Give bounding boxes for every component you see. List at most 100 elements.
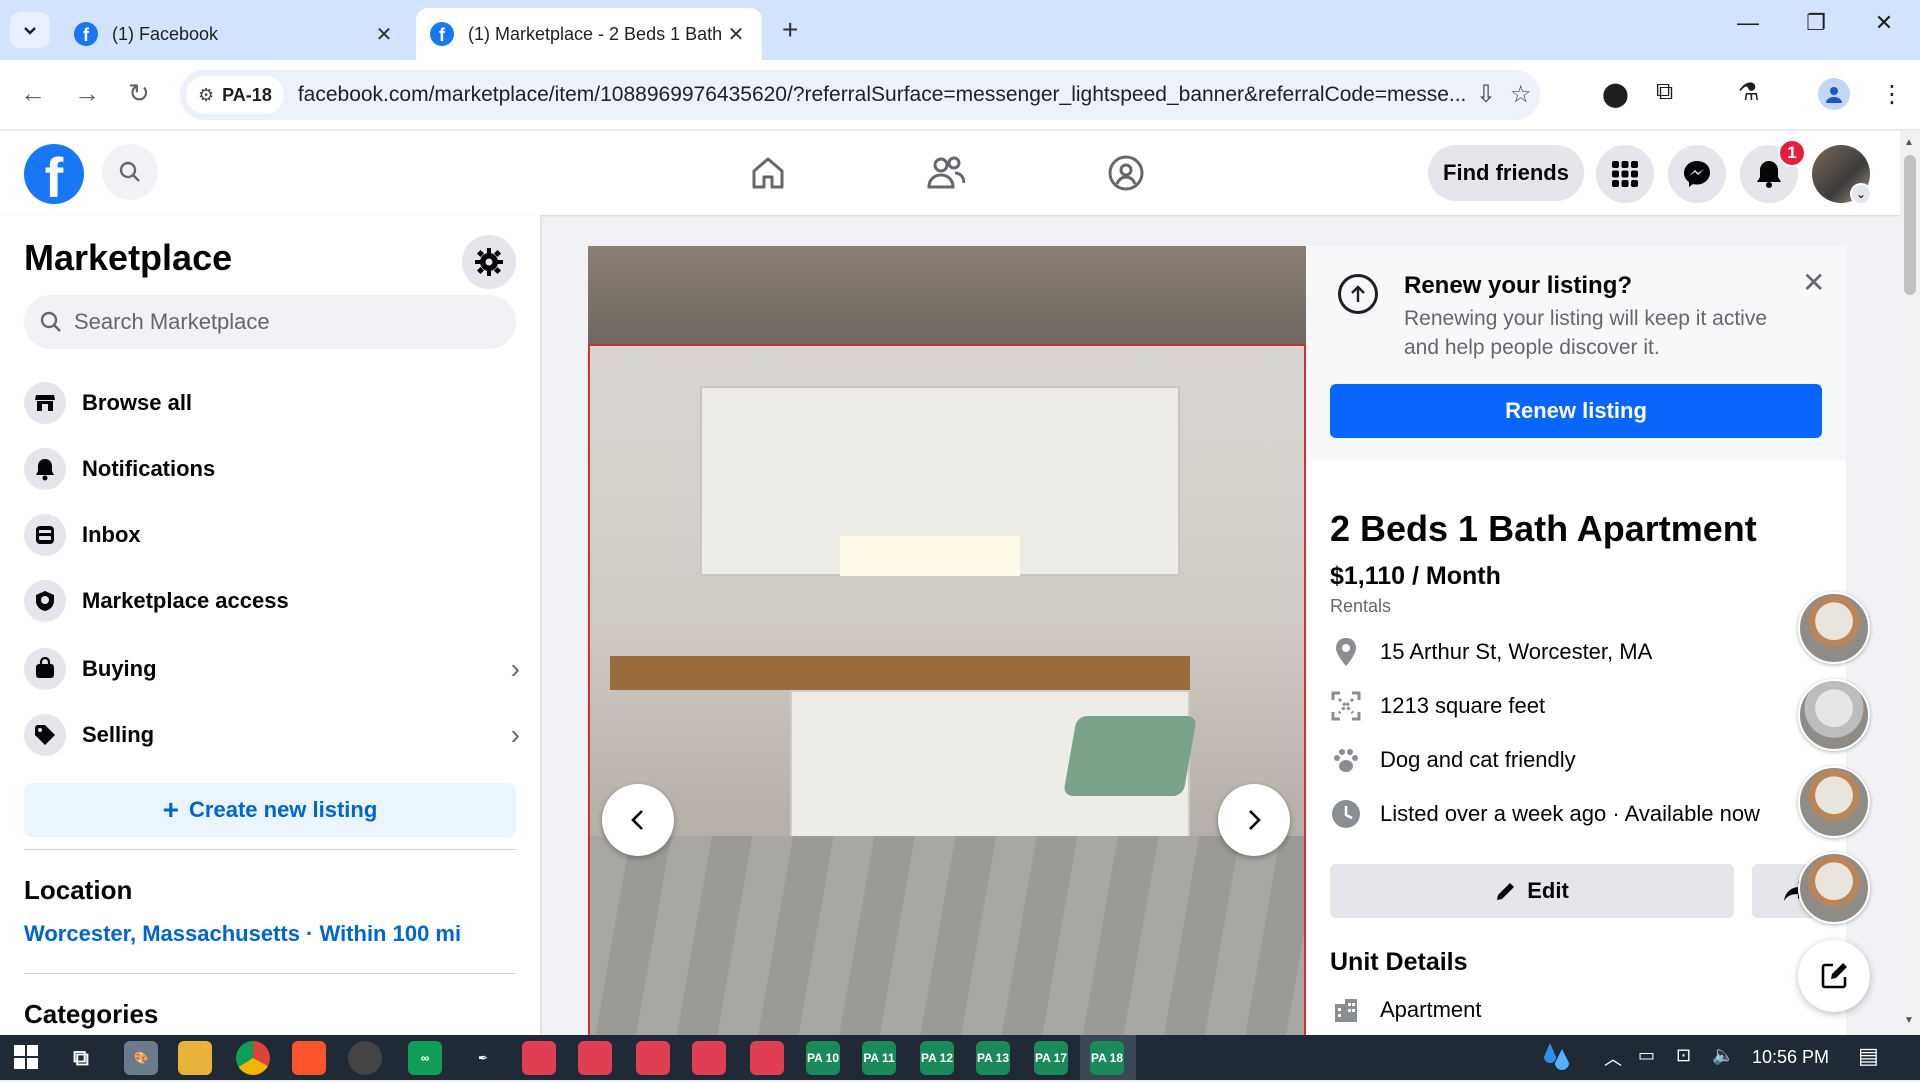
facebook-favicon-icon: f bbox=[74, 22, 98, 46]
sidebar-item-notifications[interactable]: Notifications bbox=[24, 441, 524, 497]
chat-thumbnail[interactable] bbox=[1798, 679, 1870, 751]
site-info-chip[interactable]: ⚙ PA-18 bbox=[186, 76, 284, 114]
task-view-icon[interactable]: ⧉ bbox=[64, 1041, 98, 1075]
close-window-icon[interactable]: ✕ bbox=[1864, 10, 1904, 36]
back-icon[interactable]: ← bbox=[20, 78, 46, 109]
chevron-right-icon: › bbox=[510, 653, 520, 684]
sidebar-item-selling[interactable]: Selling › bbox=[24, 707, 524, 763]
chrome-icon[interactable] bbox=[236, 1041, 270, 1075]
groups-nav[interactable] bbox=[1096, 151, 1156, 195]
bookmark-star-icon[interactable]: ☆ bbox=[1510, 80, 1532, 109]
create-new-listing-button[interactable]: + Create new listing bbox=[24, 783, 516, 837]
brave-profile-icon[interactable] bbox=[578, 1041, 612, 1075]
extensions-puzzle-icon[interactable]: ⧉ bbox=[1656, 78, 1673, 106]
divider bbox=[24, 973, 516, 974]
facebook-logo-icon[interactable]: f bbox=[24, 144, 84, 204]
unit-type-text: Apartment bbox=[1380, 997, 1482, 1022]
pa-profile-icon[interactable]: PA 13 bbox=[976, 1041, 1010, 1075]
messenger-button[interactable] bbox=[1668, 145, 1726, 203]
new-message-button[interactable] bbox=[1798, 940, 1870, 1012]
chevron-right-icon bbox=[1249, 810, 1261, 830]
detail-text[interactable]: 15 Arthur St, Worcester, MA bbox=[1380, 639, 1652, 665]
extension-circle-icon[interactable]: ⬤ bbox=[1602, 80, 1629, 109]
install-app-icon[interactable]: ⇩ bbox=[1476, 80, 1496, 109]
pa-profile-icon[interactable]: PA 10 bbox=[806, 1041, 840, 1075]
listing-photo[interactable] bbox=[588, 344, 1306, 1036]
bell-icon bbox=[24, 448, 66, 490]
battery-icon[interactable]: ▭ bbox=[1638, 1045, 1655, 1066]
next-photo-button[interactable] bbox=[1218, 784, 1290, 856]
sidebar-item-marketplace-access[interactable]: Marketplace access bbox=[24, 573, 524, 629]
url-text[interactable]: facebook.com/marketplace/item/1088969976… bbox=[298, 83, 1468, 107]
menu-grid-button[interactable] bbox=[1596, 145, 1654, 203]
marketplace-settings-button[interactable] bbox=[462, 235, 516, 289]
pa-profile-icon[interactable]: PA 18 bbox=[1090, 1041, 1124, 1075]
brave-icon[interactable] bbox=[292, 1041, 326, 1075]
volume-icon[interactable]: 🔈 bbox=[1712, 1045, 1734, 1066]
scroll-down-icon[interactable]: ▼ bbox=[1904, 1015, 1914, 1026]
close-tab-icon[interactable]: ✕ bbox=[724, 22, 748, 47]
sidebar-item-browse-all[interactable]: Browse all bbox=[24, 375, 524, 431]
messenger-icon bbox=[1684, 161, 1710, 187]
file-explorer-icon[interactable] bbox=[178, 1041, 212, 1075]
listing-price: $1,110 / Month bbox=[1330, 562, 1501, 590]
xbox-icon[interactable] bbox=[348, 1041, 382, 1075]
chat-thumbnail[interactable] bbox=[1798, 766, 1870, 838]
reload-icon[interactable]: ↻ bbox=[128, 78, 150, 109]
facebook-search-button[interactable] bbox=[102, 144, 158, 200]
search-marketplace-input[interactable] bbox=[74, 309, 494, 335]
paint-app-icon[interactable]: 🎨 bbox=[124, 1041, 158, 1075]
network-icon[interactable]: ⊡ bbox=[1676, 1045, 1691, 1066]
page-scrollbar[interactable]: ▲ ▼ bbox=[1900, 131, 1920, 1035]
bell-icon bbox=[1757, 161, 1781, 188]
app-icon[interactable]: ∞ bbox=[408, 1041, 442, 1075]
edit-listing-button[interactable]: Edit bbox=[1330, 864, 1734, 918]
find-friends-button[interactable]: Find friends bbox=[1428, 145, 1584, 201]
brave-profile-icon[interactable] bbox=[692, 1041, 726, 1075]
home-nav[interactable] bbox=[738, 151, 798, 195]
tab-search-button[interactable] bbox=[10, 12, 50, 48]
marketplace-search[interactable] bbox=[24, 295, 516, 349]
chevron-down-icon bbox=[24, 27, 36, 35]
chat-thumbnail[interactable] bbox=[1798, 592, 1870, 664]
menu-kebab-icon[interactable]: ⋮ bbox=[1880, 80, 1904, 109]
close-tab-icon[interactable]: ✕ bbox=[372, 22, 396, 47]
friends-nav[interactable] bbox=[916, 151, 976, 195]
labs-flask-icon[interactable]: ⚗ bbox=[1738, 78, 1760, 107]
close-icon[interactable]: ✕ bbox=[1802, 266, 1825, 299]
detail-text: 1213 square feet bbox=[1380, 693, 1546, 718]
pa-profile-icon[interactable]: PA 11 bbox=[862, 1041, 896, 1075]
clock-time[interactable]: 10:56 PM bbox=[1752, 1047, 1829, 1068]
renew-description: Renewing your listing will keep it activ… bbox=[1404, 307, 1767, 359]
chevron-up-icon[interactable]: ︿ bbox=[1604, 1045, 1622, 1071]
renew-listing-button[interactable]: Renew listing bbox=[1330, 384, 1822, 438]
sidebar-item-inbox[interactable]: Inbox bbox=[24, 507, 524, 563]
chevron-left-icon bbox=[631, 810, 643, 830]
restore-icon[interactable]: ❐ bbox=[1796, 10, 1836, 36]
tab-facebook[interactable]: f (1) Facebook ✕ bbox=[60, 8, 410, 60]
previous-photo-button[interactable] bbox=[602, 784, 674, 856]
chat-thumbnail[interactable] bbox=[1798, 852, 1870, 924]
tab-marketplace[interactable]: f (1) Marketplace - 2 Beds 1 Bath ✕ bbox=[416, 8, 762, 60]
photo-background bbox=[588, 246, 1306, 344]
new-tab-button[interactable]: + bbox=[782, 14, 798, 46]
pa-profile-icon[interactable]: PA 12 bbox=[920, 1041, 954, 1075]
location-filter-link[interactable]: Worcester, Massachusetts · Within 100 mi bbox=[24, 921, 461, 947]
profile-icon[interactable] bbox=[1818, 78, 1850, 110]
scroll-up-icon[interactable]: ▲ bbox=[1904, 137, 1914, 148]
sidebar-item-buying[interactable]: Buying › bbox=[24, 641, 524, 697]
forward-icon[interactable]: → bbox=[74, 78, 100, 109]
water-drop-icon[interactable] bbox=[1540, 1039, 1574, 1082]
scroll-thumb[interactable] bbox=[1904, 155, 1916, 295]
inkscape-icon[interactable]: ✒ bbox=[466, 1041, 500, 1075]
address-bar[interactable]: ⚙ PA-18 facebook.com/marketplace/item/10… bbox=[180, 70, 1540, 120]
pa-profile-icon[interactable]: PA 17 bbox=[1034, 1041, 1068, 1075]
windows-start-icon[interactable] bbox=[14, 1045, 38, 1074]
action-center-icon[interactable]: ▤ bbox=[1858, 1043, 1879, 1069]
brave-profile-icon[interactable] bbox=[522, 1041, 556, 1075]
brave-profile-icon[interactable] bbox=[636, 1041, 670, 1075]
minimize-icon[interactable]: — bbox=[1728, 10, 1768, 36]
brave-profile-icon[interactable] bbox=[750, 1041, 784, 1075]
chevron-down-icon[interactable]: ⌄ bbox=[1850, 183, 1872, 205]
notifications-button[interactable]: 1 bbox=[1740, 139, 1806, 203]
